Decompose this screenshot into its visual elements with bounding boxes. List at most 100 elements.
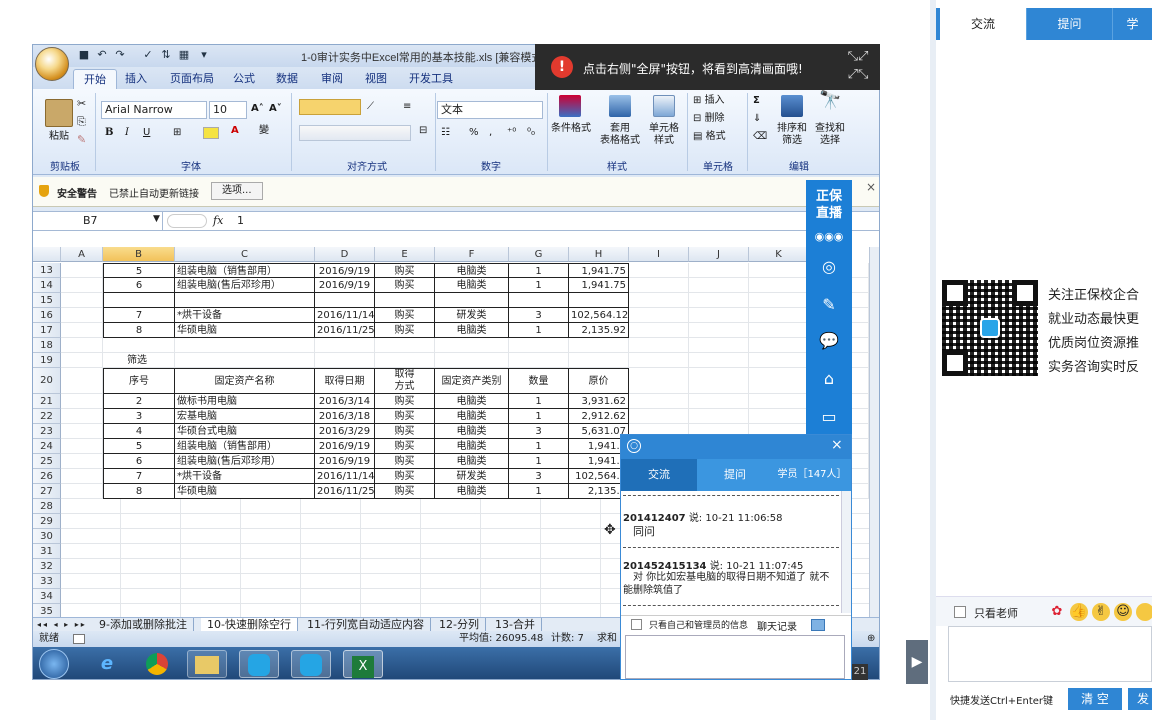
empty-cell[interactable] [689,338,749,353]
cell[interactable]: 做标书用电脑 [175,394,315,409]
player-controls-icon[interactable]: ◉◉◉ [808,230,850,243]
sheet-tab-13[interactable]: 13-合并 [489,618,542,632]
cell[interactable] [509,338,569,353]
empty-cell[interactable] [689,353,749,368]
row-header[interactable]: 17 [33,323,61,338]
cell[interactable]: 2016/11/25 [315,484,375,499]
empty-cell[interactable] [689,394,749,409]
borders-icon[interactable]: ⊞ [173,127,181,139]
cell[interactable]: 5 [103,263,175,278]
formula-value[interactable]: 1 [237,214,244,227]
cell[interactable] [375,353,435,368]
cell[interactable]: 4 [103,424,175,439]
cell[interactable]: 筛选 [103,353,175,368]
tab-review[interactable]: 审阅 [311,69,353,89]
select-all-corner[interactable] [33,247,61,262]
autosum-icon[interactable]: Σ [753,95,760,107]
row-header[interactable]: 15 [33,293,61,308]
increase-decimal-icon[interactable]: ⁺⁰ [507,127,516,139]
right-tab-students[interactable]: 学 [1112,8,1152,40]
cell[interactable]: 2016/9/19 [315,439,375,454]
chat-close-icon[interactable]: × [831,437,843,453]
chat-history-link[interactable]: 聊天记录 [757,618,797,633]
cell-styles-button[interactable]: 单元格 样式 [641,123,687,147]
cell[interactable]: 2016/11/14 [315,469,375,484]
row-header[interactable]: 31 [33,544,61,559]
phonetic-icon[interactable]: 變 [259,125,269,137]
ie-icon[interactable]: e [87,650,127,678]
cell[interactable]: 购买 [375,394,435,409]
live-client-icon-2[interactable] [291,650,331,678]
cell[interactable]: 1 [509,278,569,293]
vertical-scrollbar[interactable] [869,247,879,617]
cell[interactable]: 2016/9/19 [315,278,375,293]
horizontal-align-buttons[interactable] [299,125,411,141]
row-header[interactable]: 30 [33,529,61,544]
smile-icon[interactable]: ☺ [1114,603,1132,621]
cell[interactable]: 2016/11/25 [315,323,375,338]
empty-cell[interactable] [749,308,809,323]
number-format-select[interactable]: 文本 [437,101,543,119]
row-header[interactable]: 33 [33,574,61,589]
empty-cell[interactable] [61,469,103,484]
column-header-j[interactable]: J [689,247,749,262]
cell[interactable]: 研发类 [435,469,509,484]
cell[interactable] [375,293,435,308]
chat-scrollbar[interactable] [841,491,851,613]
insert-cells-button[interactable]: ⊞ 插入 [693,95,725,107]
conditional-format-icon[interactable] [559,95,581,117]
chat-tab-students[interactable]: 学员［147人］ [773,459,851,491]
empty-cell[interactable] [629,368,689,394]
row-header[interactable]: 16 [33,308,61,323]
empty-cell[interactable] [629,353,689,368]
more-emoji-icon[interactable] [1136,603,1152,621]
cell[interactable]: 数量 [509,368,569,394]
row-header[interactable]: 19 [33,353,61,368]
cut-icon[interactable]: ✂ [77,97,86,110]
empty-cell[interactable] [61,454,103,469]
cell-style-icon[interactable] [653,95,675,117]
cell[interactable]: 组装电脑(售后邓珍用） [175,454,315,469]
rose-icon[interactable]: ✿ [1048,603,1066,621]
cell[interactable]: 1 [509,394,569,409]
cell[interactable]: 7 [103,308,175,323]
explorer-icon[interactable] [187,650,227,678]
cell[interactable]: 3,931.62 [569,394,629,409]
column-header-b[interactable]: B [103,247,175,262]
teacher-only-checkbox[interactable] [954,606,966,618]
cell[interactable]: 3 [509,308,569,323]
empty-cell[interactable] [629,323,689,338]
row-header[interactable]: 26 [33,469,61,484]
office-button[interactable] [35,47,69,81]
empty-cell[interactable] [749,338,809,353]
row-header[interactable]: 20 [33,368,61,394]
decrease-decimal-icon[interactable]: ⁰₀ [527,127,535,139]
border-icon[interactable]: ▦ [177,48,191,62]
comma-icon[interactable]: , [489,127,492,139]
cell[interactable]: 1 [509,323,569,338]
tab-view[interactable]: 视图 [355,69,397,89]
chat-menu-icon[interactable]: ○ [627,439,641,453]
cell[interactable]: 2016/9/19 [315,454,375,469]
cell[interactable] [175,293,315,308]
empty-cell[interactable] [61,263,103,278]
paste-icon[interactable] [45,99,73,127]
font-color-icon[interactable]: A [231,125,239,137]
chat-tab-exchange[interactable]: 交流 [621,459,697,491]
empty-cell[interactable] [629,338,689,353]
chat-icon[interactable]: 💬 [818,330,840,352]
format-cells-button[interactable]: ▤ 格式 [693,131,726,143]
cell[interactable] [175,353,315,368]
message-input[interactable] [948,626,1152,682]
cell[interactable] [315,293,375,308]
find-select-button[interactable]: 查找和 选择 [807,123,853,147]
underline-icon[interactable]: U [143,127,150,139]
cell[interactable]: 电脑类 [435,484,509,499]
cell[interactable]: 购买 [375,323,435,338]
row-header[interactable]: 34 [33,589,61,604]
empty-cell[interactable] [61,409,103,424]
empty-cell[interactable] [61,308,103,323]
percent-icon[interactable]: % [469,127,479,139]
cell[interactable] [435,353,509,368]
cell[interactable]: 2016/3/18 [315,409,375,424]
